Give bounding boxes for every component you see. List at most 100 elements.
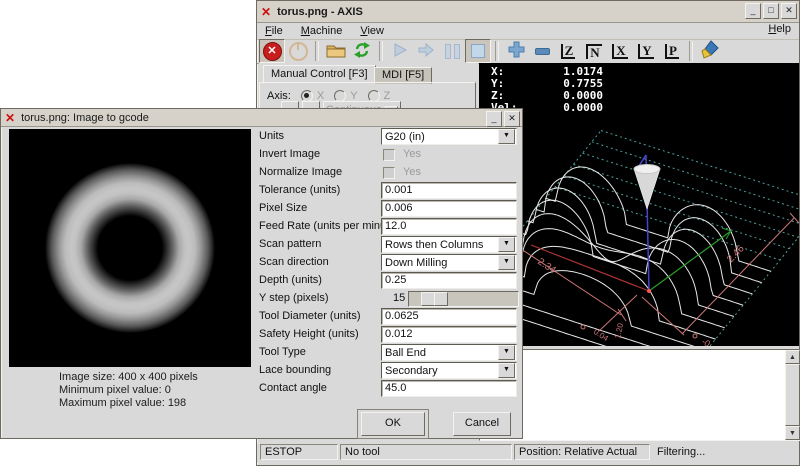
field-label: Scan pattern [259, 236, 321, 253]
field-control: 0.25 [381, 272, 517, 289]
field-control: Down Milling▼ [381, 254, 517, 271]
tool-diameter-units-input[interactable]: 0.0625 [381, 308, 517, 325]
run-icon [392, 42, 408, 61]
letter-x-icon: X [612, 44, 627, 59]
dialog-close-button[interactable]: ✕ [504, 111, 520, 127]
view-z-button[interactable]: Z [555, 39, 581, 63]
zoom-out-button[interactable] [529, 39, 555, 63]
scroll-up-icon[interactable]: ▲ [785, 350, 800, 364]
chevron-down-icon: ▼ [498, 129, 515, 144]
scan-pattern-dropdown[interactable]: Rows then Columns▼ [381, 236, 517, 253]
menu-view[interactable]: View [360, 25, 384, 37]
letter-p-icon: P [665, 44, 679, 59]
machine-power-button[interactable] [285, 39, 311, 63]
field-label: Lace bounding [259, 362, 331, 379]
field-label: Tool Type [259, 344, 306, 361]
maximize-button[interactable]: □ [763, 3, 779, 19]
dimension-right-label: 2.46 [725, 243, 747, 265]
invert-image-checkbox[interactable] [383, 149, 395, 161]
dialog-titlebar[interactable]: ✕ torus.png: Image to gcode _ ✕ [1, 109, 522, 127]
menubar: File Machine View Help [257, 23, 799, 40]
zoom-in-button[interactable] [503, 39, 529, 63]
dialog-minimize-button[interactable]: _ [486, 111, 502, 127]
scroll-down-icon[interactable]: ▼ [785, 426, 800, 440]
view-p-button[interactable]: P [659, 39, 685, 63]
preview-canvas[interactable]: 2.342.460.041.20-0. X:1.0174Y:0.7755Z:0.… [479, 63, 799, 346]
slider-handle[interactable] [434, 292, 448, 306]
pause-button[interactable] [439, 39, 465, 63]
view-z-rot-button[interactable]: N [581, 39, 607, 63]
menu-machine[interactable]: Machine [301, 25, 343, 37]
min-pixel-text: Minimum pixel value: 0 [59, 384, 198, 397]
view-x-button[interactable]: X [607, 39, 633, 63]
chevron-down-icon: ▼ [498, 255, 515, 270]
folder-icon [326, 42, 346, 61]
chevron-down-icon: ▼ [498, 345, 515, 360]
zoom-in-icon [508, 41, 525, 61]
reload-button[interactable] [349, 39, 375, 63]
cancel-button[interactable]: Cancel [453, 412, 511, 436]
field-label: Contact angle [259, 380, 327, 397]
run-button[interactable] [387, 39, 413, 63]
depth-units-input[interactable]: 0.25 [381, 272, 517, 289]
normalize-image-checkbox[interactable] [383, 167, 395, 179]
safety-height-units-input[interactable]: 0.012 [381, 326, 517, 343]
image-info: Image size: 400 x 400 pixels Minimum pix… [59, 371, 198, 410]
tool-cone [634, 169, 660, 209]
status-cell-position-relative-actual: Position: Relative Actual [514, 444, 650, 460]
gcode-text-area[interactable]: ▲ ▼ [479, 349, 800, 441]
dimension-small-label: 0.04 [592, 327, 610, 343]
field-label: Tool Diameter (units) [259, 308, 360, 325]
contact-angle-input[interactable]: 45.0 [381, 380, 517, 397]
app-logo-icon: ✕ [5, 113, 15, 123]
ok-button[interactable]: OK [361, 412, 425, 436]
clear-plot-button[interactable] [697, 39, 723, 63]
chevron-down-icon: ▼ [498, 363, 515, 378]
estop-button[interactable] [259, 39, 285, 63]
lace-bounding-dropdown[interactable]: Secondary▼ [381, 362, 517, 379]
axis-titlebar[interactable]: ✕ torus.png - AXIS _ □ ✕ [257, 1, 799, 23]
field-label: Pixel Size [259, 200, 307, 217]
pixel-size-input[interactable]: 0.006 [381, 200, 517, 217]
feed-rate-units-per-minute-input[interactable]: 12.0 [381, 218, 517, 235]
desktop: ✕ torus.png - AXIS _ □ ✕ File Machine View… [0, 0, 800, 466]
image-size-text: Image size: 400 x 400 pixels [59, 371, 198, 384]
menu-file[interactable]: File [265, 25, 283, 37]
open-file-button[interactable] [323, 39, 349, 63]
menu-help[interactable]: Help [768, 23, 791, 35]
vertical-scrollbar[interactable]: ▲ ▼ [785, 350, 800, 440]
torus-image [9, 129, 251, 367]
field-control: 0.012 [381, 326, 517, 343]
field-label: Safety Height (units) [259, 326, 359, 343]
toolbar-separator [315, 41, 319, 61]
app-logo-icon: ✕ [261, 7, 271, 17]
view-y-button[interactable]: Y [633, 39, 659, 63]
tool-type-dropdown[interactable]: Ball End▼ [381, 344, 517, 361]
tolerance-units-input[interactable]: 0.001 [381, 182, 517, 199]
slider-handle[interactable] [421, 292, 435, 306]
max-pixel-text: Maximum pixel value: 198 [59, 397, 198, 410]
status-cell-no-tool: No tool [340, 444, 512, 460]
stop-button[interactable] [465, 39, 491, 63]
scan-direction-dropdown[interactable]: Down Milling▼ [381, 254, 517, 271]
field-control: 0.0625 [381, 308, 517, 325]
field-control: 15 [381, 290, 517, 307]
toolbar-separator [495, 41, 499, 61]
minimize-button[interactable]: _ [745, 3, 761, 19]
field-label: Units [259, 128, 284, 145]
chevron-down-icon: ▼ [498, 237, 515, 252]
field-label: Tolerance (units) [259, 182, 340, 199]
letter-z-icon: Z [561, 44, 576, 59]
field-label: Scan direction [259, 254, 329, 271]
field-control: Yes [381, 164, 517, 181]
field-label: Y step (pixels) [259, 290, 329, 307]
reload-icon [353, 41, 371, 62]
units-dropdown[interactable]: G20 (in)▼ [381, 128, 517, 145]
field-control: Yes [381, 146, 517, 163]
field-control: Rows then Columns▼ [381, 236, 517, 253]
y-step-pixels-slider[interactable] [408, 291, 519, 307]
close-button[interactable]: ✕ [781, 3, 797, 19]
scroll-thumb[interactable] [785, 364, 800, 426]
step-button[interactable] [413, 39, 439, 63]
toolbar: ZNXYP [257, 39, 799, 64]
